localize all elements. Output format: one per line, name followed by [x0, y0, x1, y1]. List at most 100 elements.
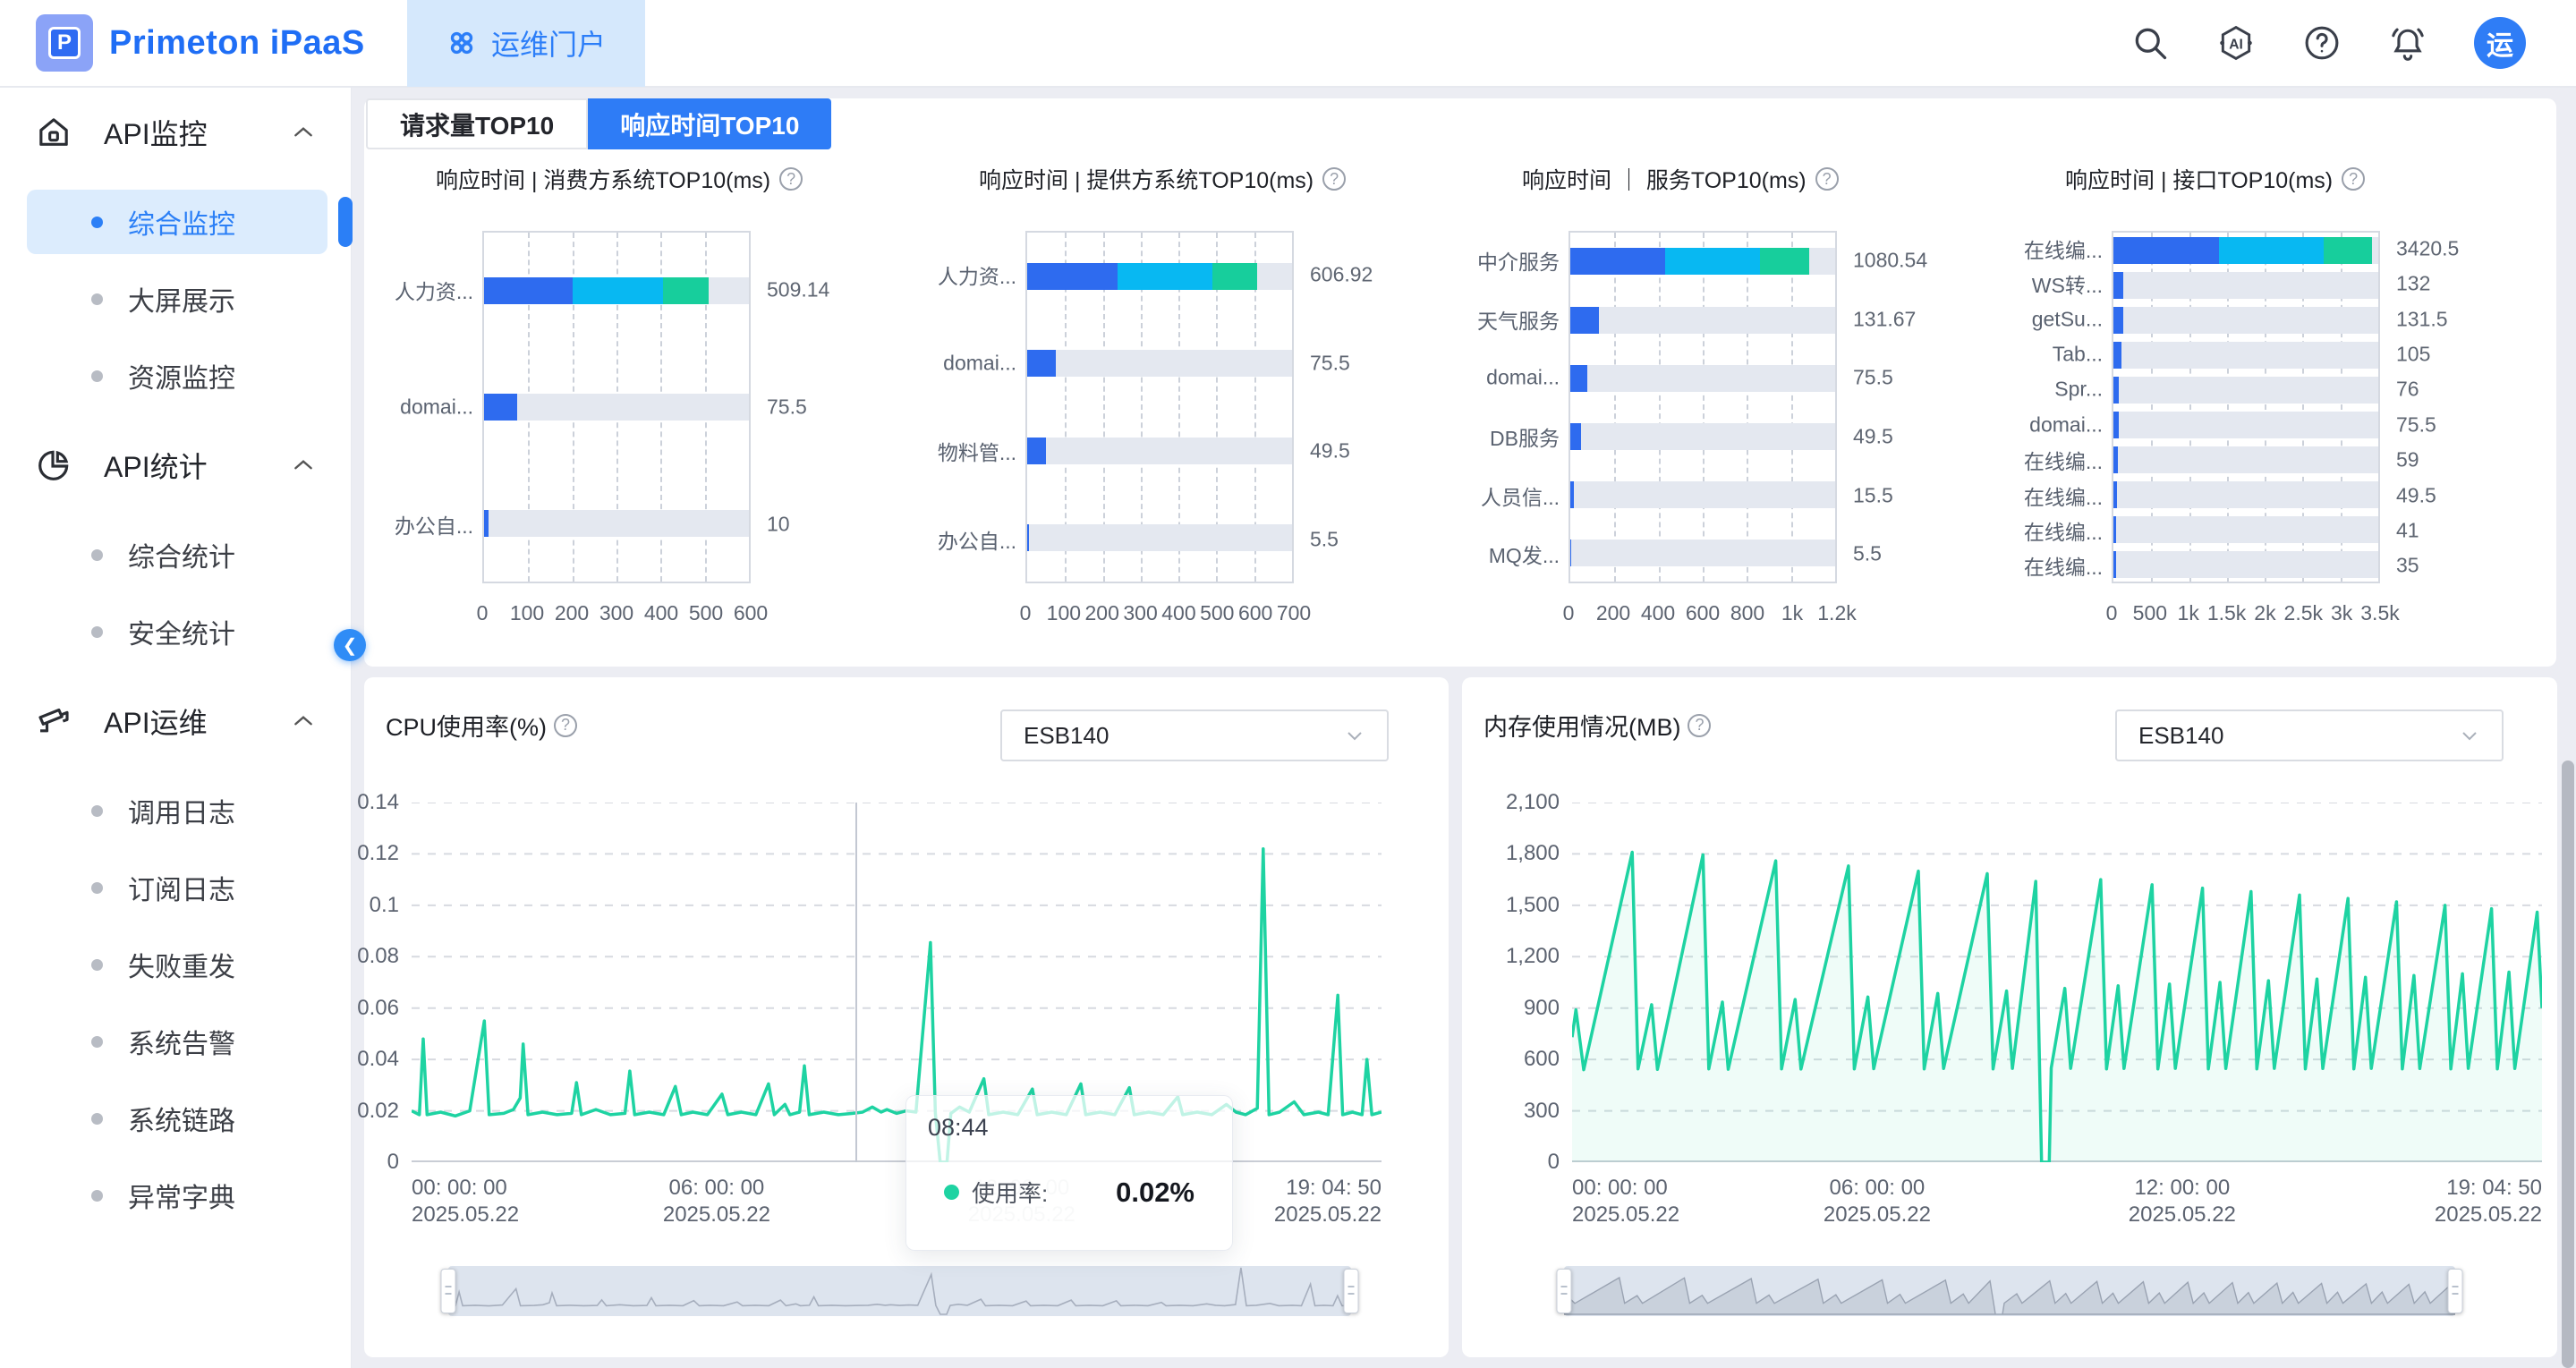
- x-tick-label: 1k: [2178, 601, 2199, 625]
- sidebar-item-label: 大屏展示: [128, 279, 235, 319]
- gridline: [1791, 233, 1793, 582]
- sidebar-item-综合统计[interactable]: 综合统计: [27, 523, 327, 587]
- bullet-dot-icon: [91, 626, 103, 638]
- sidebar-item-综合监控[interactable]: 综合监控: [27, 190, 327, 254]
- bar-segment: [1027, 350, 1056, 377]
- bar-row-label: MQ发...: [1489, 539, 1560, 569]
- bar-value-label: 131.67: [1853, 307, 1916, 331]
- top10-card: 请求量TOP10响应时间TOP10 响应时间 | 消费方系统TOP10(ms)?…: [364, 98, 2556, 667]
- bar-row-label: 在线编...: [2024, 445, 2103, 475]
- sidebar-collapse-button[interactable]: ❮: [334, 629, 366, 661]
- sidebar-group-API统计[interactable]: API统计: [0, 421, 351, 510]
- gridline: [1659, 233, 1661, 582]
- chevron-down-icon: [2459, 725, 2480, 746]
- cpu-instance-select[interactable]: ESB140: [1000, 709, 1389, 761]
- bar-value-label: 75.5: [2396, 412, 2436, 437]
- search-icon[interactable]: [2130, 23, 2170, 63]
- bullet-dot-icon: [91, 370, 103, 382]
- bar-row-label: 在线编...: [2024, 234, 2103, 264]
- cpu-datazoom-slider[interactable]: [448, 1266, 1351, 1316]
- sidebar-item-label: 调用日志: [128, 791, 235, 830]
- sidebar-item-系统链路[interactable]: 系统链路: [27, 1086, 327, 1151]
- ai-assistant-icon[interactable]: AI: [2216, 23, 2256, 63]
- help-icon[interactable]: [2302, 23, 2342, 63]
- sidebar: API监控综合监控大屏展示资源监控 API统计综合统计安全统计 API运维调用日志订…: [0, 88, 352, 1368]
- bar-track: [2113, 516, 2378, 543]
- sidebar-item-label: 综合统计: [128, 535, 235, 574]
- bar-row-label: Spr...: [2054, 378, 2103, 402]
- chevron-up-icon: [292, 454, 315, 477]
- bar-value-label: 76: [2396, 378, 2419, 402]
- sidebar-item-安全统计[interactable]: 安全统计: [27, 599, 327, 664]
- bar-segment: [2113, 446, 2118, 473]
- bar-segment: [1212, 263, 1256, 290]
- bar-value-label: 49.5: [1310, 439, 1350, 463]
- bar-segment: [1570, 248, 1665, 275]
- x-tick-label: 3k: [2331, 601, 2352, 625]
- x-tick-label: 1k: [1781, 601, 1803, 625]
- x-tick-label: 3.5k: [2360, 601, 2399, 625]
- x-tick-label: 500: [2133, 601, 2167, 625]
- user-avatar[interactable]: 运: [2474, 17, 2526, 69]
- sidebar-item-label: 安全统计: [128, 612, 235, 651]
- x-tick-label: 00: 00: 002025.05.22: [412, 1175, 519, 1228]
- sidebar-item-label: 资源监控: [128, 356, 235, 395]
- slider-handle-right[interactable]: [1344, 1269, 1359, 1313]
- sidebar-item-订阅日志[interactable]: 订阅日志: [27, 855, 327, 920]
- sidebar-item-大屏展示[interactable]: 大屏展示: [27, 267, 327, 331]
- y-tick-label: 0.14: [357, 790, 399, 815]
- sidebar-item-系统告警[interactable]: 系统告警: [27, 1009, 327, 1074]
- memory-datazoom-slider[interactable]: [1564, 1266, 2455, 1316]
- portal-tab-label: 运维门户: [491, 22, 606, 64]
- sidebar-item-失败重发[interactable]: 失败重发: [27, 932, 327, 997]
- sidebar-item-调用日志[interactable]: 调用日志: [27, 778, 327, 843]
- sidebar-group-API运维[interactable]: API运维: [0, 676, 351, 766]
- notification-bell-icon[interactable]: [2388, 23, 2427, 63]
- bullet-dot-icon: [91, 805, 103, 817]
- bar-segment: [2113, 342, 2121, 369]
- memory-usage-card: 内存使用情况(MB) ? ESB140 2,1001,8001,5001,200…: [1462, 677, 2557, 1357]
- x-tick-label: 500: [689, 601, 723, 625]
- x-tick-label: 19: 04: 502025.05.22: [2435, 1175, 2542, 1228]
- sidebar-group-API监控[interactable]: API监控: [0, 88, 351, 177]
- slider-handle-left[interactable]: [441, 1269, 456, 1313]
- sidebar-item-label: 系统告警: [128, 1022, 235, 1061]
- portal-tab[interactable]: 运维门户: [407, 0, 645, 87]
- bar-chart-title: 响应时间 | 消费方系统TOP10(ms): [436, 163, 770, 195]
- sidebar-item-异常字典[interactable]: 异常字典: [27, 1163, 327, 1228]
- help-circle-icon[interactable]: ?: [1815, 167, 1839, 191]
- bar-row-label: 办公自...: [395, 509, 473, 540]
- tab-请求量TOP10[interactable]: 请求量TOP10: [366, 98, 588, 149]
- tab-响应时间TOP10[interactable]: 响应时间TOP10: [588, 98, 831, 149]
- help-circle-icon[interactable]: ?: [1688, 714, 1711, 737]
- bar-value-label: 3420.5: [2396, 236, 2459, 260]
- slider-handle-left[interactable]: [1557, 1269, 1572, 1313]
- bar-track: [2113, 377, 2378, 404]
- bar-segment: [1570, 481, 1574, 508]
- y-tick-label: 1,500: [1506, 893, 1560, 918]
- x-tick-label: 200: [1596, 601, 1630, 625]
- y-tick-label: 1,800: [1506, 841, 1560, 866]
- bar-value-label: 49.5: [1853, 424, 1893, 448]
- memory-instance-select[interactable]: ESB140: [2115, 709, 2504, 761]
- bar-track: [1570, 248, 1835, 275]
- x-tick-label: 0: [2106, 601, 2118, 625]
- bar-segment: [2113, 551, 2116, 578]
- bar-row-label: 在线编...: [2024, 515, 2103, 546]
- help-circle-icon[interactable]: ?: [779, 167, 803, 191]
- sidebar-item-资源监控[interactable]: 资源监控: [27, 344, 327, 408]
- scrollbar-thumb[interactable]: [2562, 760, 2574, 1368]
- help-circle-icon[interactable]: ?: [1322, 167, 1346, 191]
- bullet-dot-icon: [91, 293, 103, 305]
- memory-line-chart: 2,1001,8001,5001,200900600300000: 00: 00…: [1572, 803, 2542, 1162]
- x-tick-label: 500: [1200, 601, 1234, 625]
- bullet-dot-icon: [91, 1113, 103, 1125]
- help-circle-icon[interactable]: ?: [2342, 167, 2365, 191]
- slider-handle-right[interactable]: [2448, 1269, 2463, 1313]
- bar-track: [1027, 524, 1292, 551]
- help-circle-icon[interactable]: ?: [554, 714, 577, 737]
- cpu-chart-title: CPU使用率(%): [386, 708, 547, 743]
- bullet-dot-icon: [91, 1036, 103, 1048]
- bar-row-label: WS转...: [2032, 268, 2103, 299]
- bar-segment: [1665, 248, 1760, 275]
